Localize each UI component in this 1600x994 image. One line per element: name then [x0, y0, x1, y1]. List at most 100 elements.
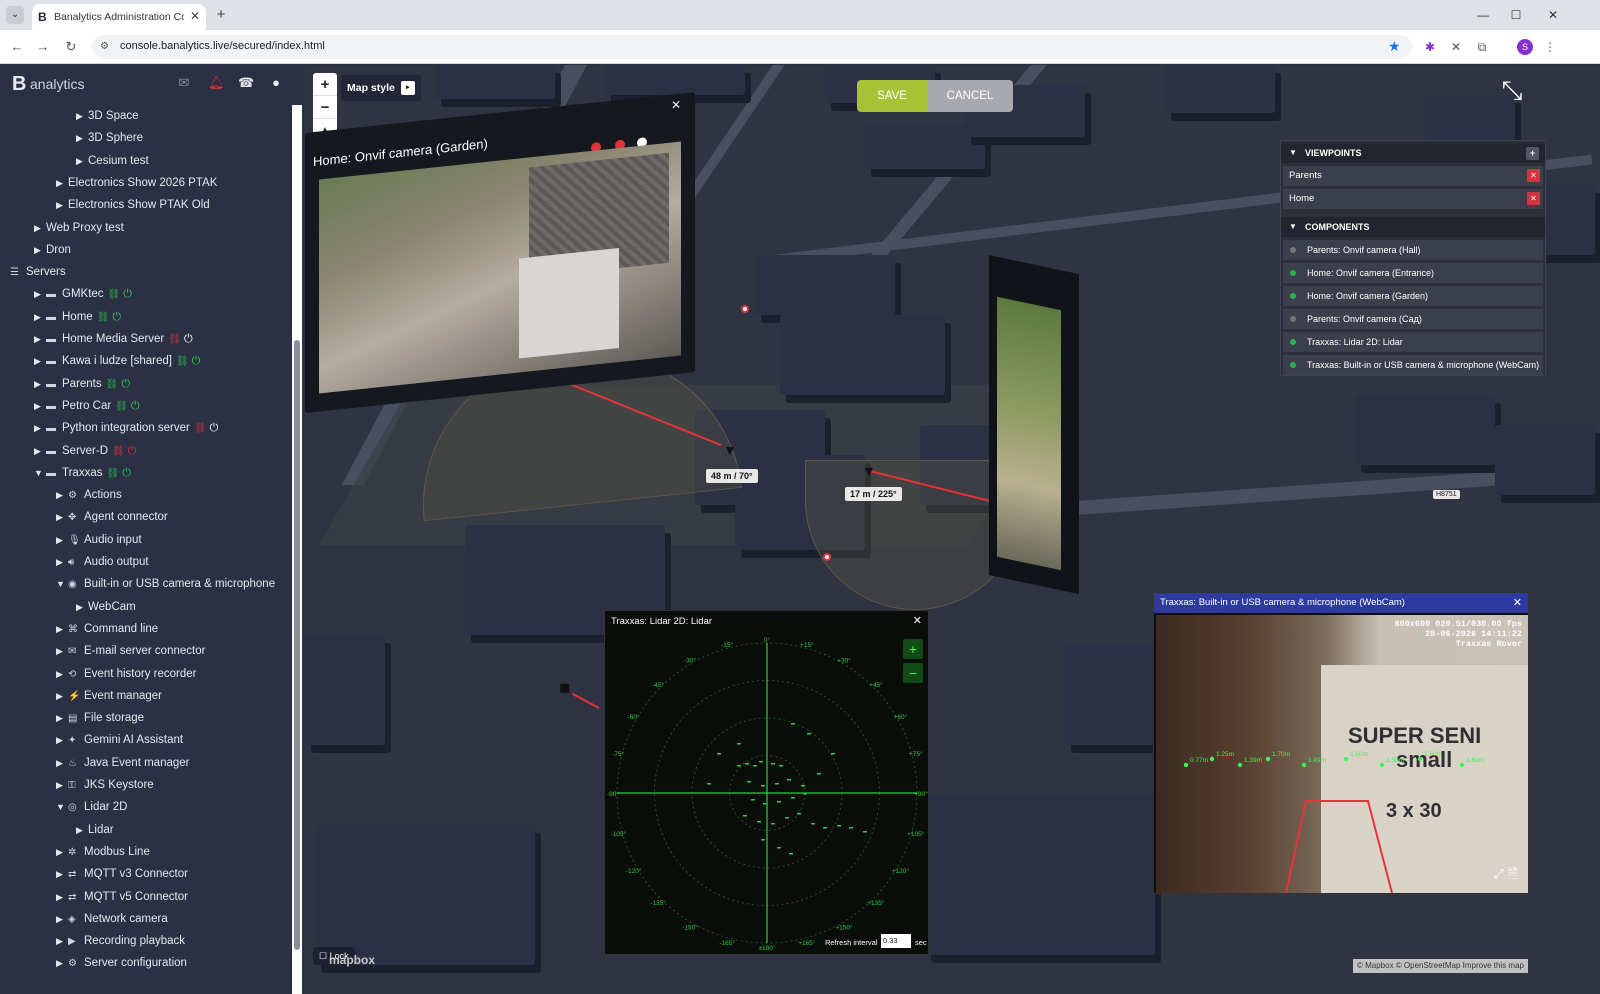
document-icon[interactable]: 🗎︎	[1508, 866, 1518, 881]
browser-menu-icon[interactable]: ⋮	[1542, 39, 1558, 55]
tree-node[interactable]: ▶ ▬ Python integration server ⛓ ⏻	[34, 417, 218, 439]
extension-icon[interactable]: ✱	[1422, 39, 1438, 55]
tree-node[interactable]: ▼ ◎ Lidar 2D	[56, 796, 127, 818]
collapse-icon[interactable]: ▼	[1289, 143, 1297, 163]
new-tab-button[interactable]: +	[212, 6, 230, 24]
back-button[interactable]: ←	[8, 38, 26, 56]
caret-right-icon[interactable]: ▶	[34, 306, 46, 328]
tree-node[interactable]: ▶ ▬ Petro Car ⛓ ⏻	[34, 395, 140, 417]
phone-icon[interactable]: ☎	[238, 75, 254, 91]
power-icon[interactable]: ⏻	[192, 350, 201, 372]
caret-right-icon[interactable]: ▶	[56, 930, 68, 952]
component-item[interactable]: Parents: Onvif camera (Hall)	[1283, 240, 1543, 260]
forward-button[interactable]: →	[34, 38, 52, 56]
map-point-marker[interactable]	[741, 305, 749, 313]
component-status-icon[interactable]	[1290, 270, 1296, 276]
remove-viewpoint-icon[interactable]: ✕	[1527, 169, 1540, 182]
tree-node[interactable]: ▶ Electronics Show 2026 PTAK	[56, 172, 217, 194]
caret-right-icon[interactable]: ▶	[56, 952, 68, 974]
caret-down-icon[interactable]: ▼	[34, 462, 46, 484]
caret-right-icon[interactable]: ▶	[34, 373, 46, 395]
component-status-icon[interactable]	[1290, 362, 1296, 368]
close-icon[interactable]: ✕	[671, 97, 681, 112]
caret-right-icon[interactable]: ▶	[56, 172, 68, 194]
power-icon[interactable]: ⏻	[112, 306, 121, 328]
minimize-button[interactable]: —	[1470, 6, 1496, 24]
tree-node[interactable]: ▶ ⌘ Command line	[56, 618, 158, 640]
viewpoint-item[interactable]: Parents ✕	[1283, 166, 1543, 186]
component-item[interactable]: Parents: Onvif camera (Сад)	[1283, 309, 1543, 329]
caret-right-icon[interactable]: ▶	[76, 596, 88, 618]
map-point-marker[interactable]	[823, 553, 831, 561]
caret-right-icon[interactable]: ▶	[56, 484, 68, 506]
mapbox-logo[interactable]: mapbox	[329, 953, 375, 967]
component-item[interactable]: Traxxas: Built-in or USB camera & microp…	[1283, 355, 1543, 375]
webcam-panel[interactable]: Traxxas: Built-in or USB camera & microp…	[1153, 592, 1529, 894]
tree-node[interactable]: ▶ ♨ Java Event manager	[56, 752, 189, 774]
webcam-panel-header[interactable]: Traxxas: Built-in or USB camera & microp…	[1154, 593, 1528, 613]
lidar-zoom-in-button[interactable]: +	[903, 639, 923, 659]
viewpoint-item[interactable]: Home ✕	[1283, 189, 1543, 209]
caret-right-icon[interactable]: ▶	[56, 685, 68, 707]
map-attribution[interactable]: © Mapbox © OpenStreetMap Improve this ma…	[1353, 959, 1528, 973]
tree-node[interactable]: ▶ ▬ Home Media Server ⛓ ⏻	[34, 328, 193, 350]
entrance-camera-panel[interactable]	[989, 255, 1079, 595]
tree-node[interactable]: ▶ ▬ Home ⛓ ⏻	[34, 306, 121, 328]
bell-icon[interactable]: 🔔︎	[208, 75, 225, 91]
caret-right-icon[interactable]: ▶	[56, 707, 68, 729]
tree-node[interactable]: ☰ Servers	[10, 261, 66, 283]
caret-right-icon[interactable]: ▶	[34, 328, 46, 350]
caret-right-icon[interactable]: ▶	[34, 417, 46, 439]
power-icon[interactable]: ⏻	[210, 417, 219, 439]
tree-node[interactable]: ▶ ⟲ Event history recorder	[56, 663, 197, 685]
tree-node[interactable]: ▶ 3D Space	[76, 105, 139, 127]
tree-node[interactable]: ▶ ✦ Gemini AI Assistant	[56, 729, 183, 751]
camera-marker-icon[interactable]: ◼	[559, 679, 571, 696]
tree-node[interactable]: ▶ ▬ Kawa i ludze [shared] ⛓ ⏻	[34, 350, 200, 372]
user-icon[interactable]: ●	[268, 75, 284, 91]
tree-node[interactable]: ▶ ▬ Server-D ⛓ ⏻	[34, 440, 136, 462]
caret-right-icon[interactable]: ▶	[34, 283, 46, 305]
caret-right-icon[interactable]: ▶	[56, 194, 68, 216]
caret-right-icon[interactable]: ▶	[76, 150, 88, 172]
caret-right-icon[interactable]: ▶	[56, 908, 68, 930]
tree-node[interactable]: ▶ Cesium test	[76, 150, 149, 172]
caret-right-icon[interactable]: ▶	[34, 239, 46, 261]
caret-right-icon[interactable]: ▶	[76, 105, 88, 127]
tree-node[interactable]: ▶ ▬ GMKtec ⛓ ⏻	[34, 283, 132, 305]
bookmark-star-icon[interactable]: ★	[1388, 38, 1401, 55]
caret-right-icon[interactable]: ▶	[56, 729, 68, 751]
tree-node[interactable]: ▶ Web Proxy test	[34, 217, 124, 239]
camera-marker-icon[interactable]: ▼	[723, 442, 737, 458]
caret-right-icon[interactable]: ▶	[56, 640, 68, 662]
power-icon[interactable]: ⏻	[123, 283, 132, 305]
components-header[interactable]: ▼ COMPONENTS	[1281, 217, 1545, 237]
fullscreen-toggle-icon[interactable]: ⤡	[1495, 73, 1529, 107]
caret-right-icon[interactable]: ▶	[34, 217, 46, 239]
caret-right-icon[interactable]: ▶	[56, 886, 68, 908]
cancel-button[interactable]: CANCEL	[927, 80, 1013, 112]
tree-node[interactable]: ▶ ✉ E-mail server connector	[56, 640, 205, 662]
component-status-icon[interactable]	[1290, 316, 1296, 322]
refresh-interval-input[interactable]: 0.33	[881, 934, 911, 948]
component-status-icon[interactable]	[1290, 247, 1296, 253]
tree-node[interactable]: ▶ ▤ File storage	[56, 707, 144, 729]
caret-down-icon[interactable]: ▼	[56, 573, 68, 595]
power-icon[interactable]: ⏻	[128, 440, 137, 462]
tree-node[interactable]: ▶ ⇄ MQTT v3 Connector	[56, 863, 188, 885]
tree-node[interactable]: ▶ ⇄ MQTT v5 Connector	[56, 886, 188, 908]
component-status-icon[interactable]	[1290, 293, 1296, 299]
caret-right-icon[interactable]: ▶	[56, 506, 68, 528]
garden-camera-panel[interactable]: Home: Onvif camera (Garden) ✕	[305, 92, 695, 414]
component-item[interactable]: Home: Onvif camera (Garden)	[1283, 286, 1543, 306]
tree-node[interactable]: ▶ ⚡ Event manager	[56, 685, 162, 707]
component-status-icon[interactable]	[1290, 339, 1296, 345]
camera-marker-icon[interactable]: ▼	[862, 463, 876, 479]
extensions-puzzle-icon[interactable]: ⧉	[1474, 39, 1490, 55]
lidar-zoom-out-button[interactable]: −	[903, 663, 923, 683]
tree-node[interactable]: ▶ ▶ Recording playback	[56, 930, 185, 952]
tree-node[interactable]: ▶ ✥ Agent connector	[56, 506, 168, 528]
caret-right-icon[interactable]: ▶	[56, 863, 68, 885]
tree-node[interactable]: ▶ ✲ Modbus Line	[56, 841, 150, 863]
tree-node[interactable]: ▶ Dron	[34, 239, 71, 261]
